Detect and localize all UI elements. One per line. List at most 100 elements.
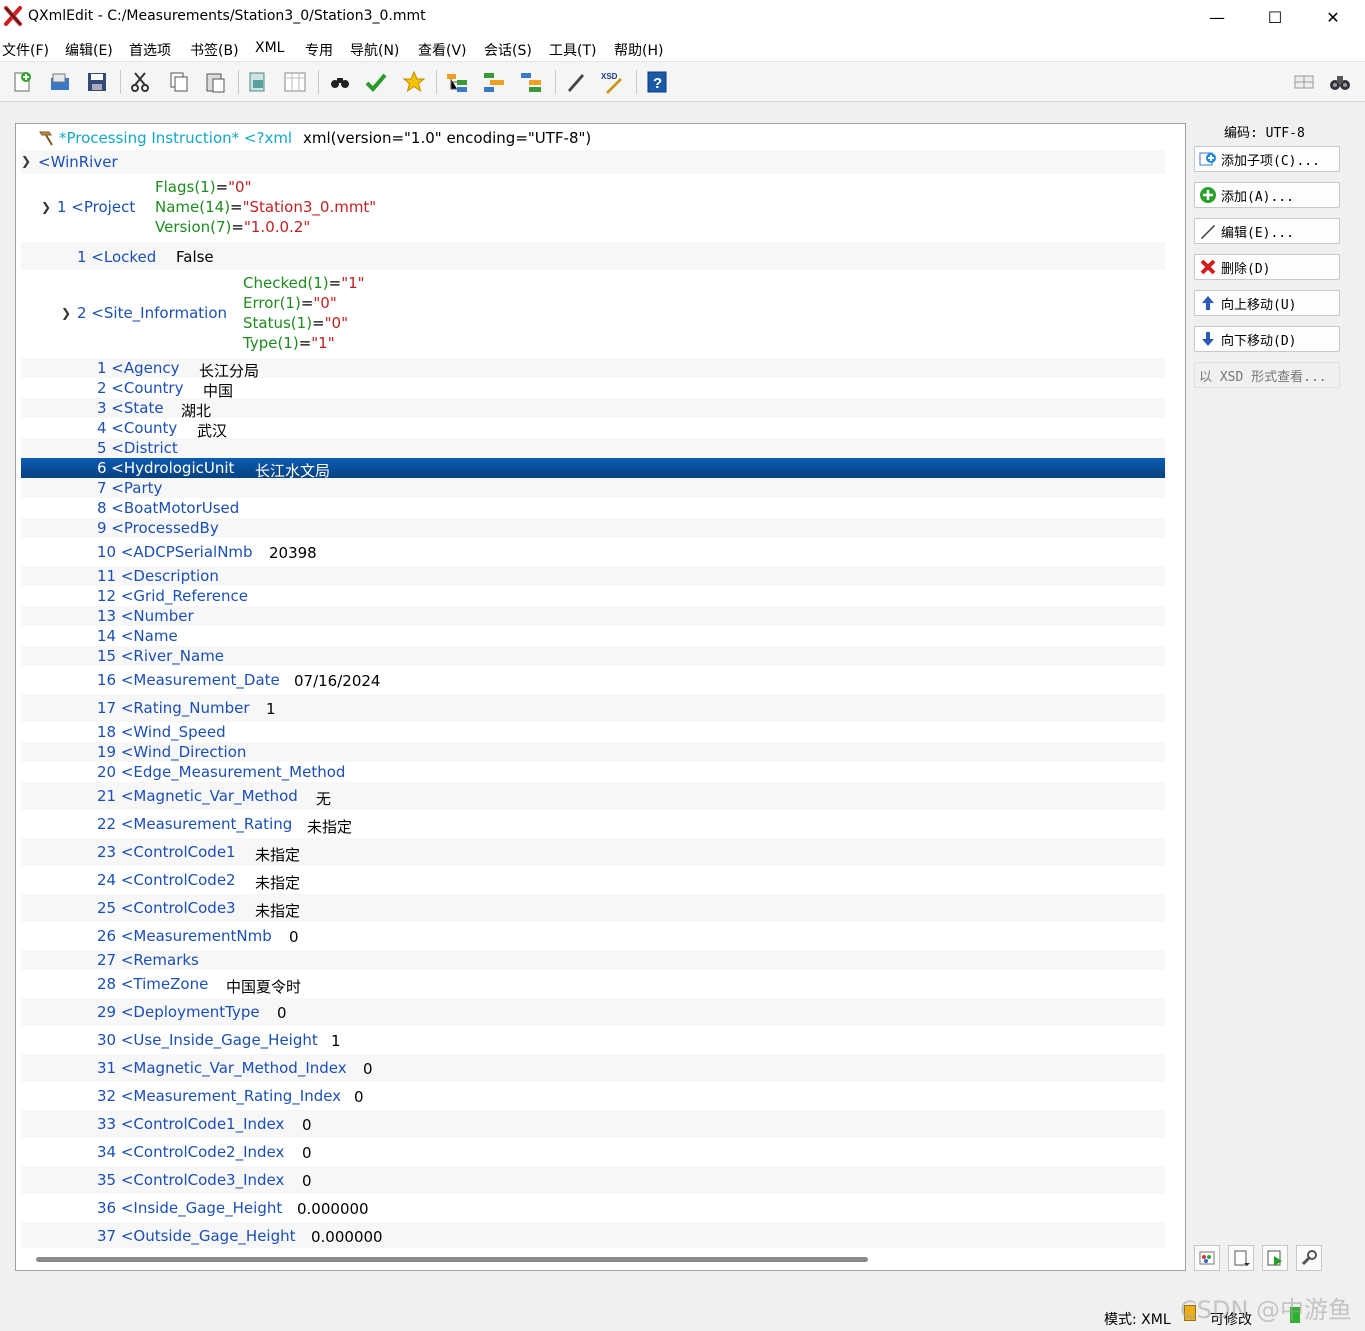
paste-icon[interactable] bbox=[201, 68, 229, 96]
copy-icon[interactable] bbox=[164, 68, 192, 96]
edit-button[interactable]: 编辑(E)... bbox=[1194, 218, 1340, 244]
site-child-row[interactable]: 34 <ControlCode2_Index 0 bbox=[21, 1138, 1165, 1166]
layout-panels-icon[interactable] bbox=[1290, 68, 1318, 96]
site-child-row[interactable]: 2 <Country 中国 bbox=[21, 378, 1165, 400]
find-binoculars-icon[interactable] bbox=[326, 68, 354, 96]
site-child-row[interactable]: 20 <Edge_Measurement_Method bbox=[21, 762, 1165, 782]
menu-special[interactable]: 专用 bbox=[305, 40, 333, 60]
site-child-row[interactable]: 26 <MeasurementNmb 0 bbox=[21, 922, 1165, 950]
site-child-row[interactable]: 29 <DeploymentType 0 bbox=[21, 998, 1165, 1026]
menu-edit[interactable]: 编辑(E) bbox=[65, 40, 113, 60]
add-sibling-node-icon[interactable] bbox=[480, 68, 508, 96]
site-child-row[interactable]: 25 <ControlCode3 未指定 bbox=[21, 894, 1165, 922]
site-child-row[interactable]: 28 <TimeZone 中国夏令时 bbox=[21, 970, 1165, 998]
site-child-row[interactable]: 12 <Grid_Reference bbox=[21, 586, 1165, 606]
site-child-row[interactable]: 36 <Inside_Gage_Height 0.000000 bbox=[21, 1194, 1165, 1222]
collapse-chevron-icon[interactable]: ❯ bbox=[41, 200, 51, 214]
site-child-row[interactable]: 11 <Description bbox=[21, 566, 1165, 586]
element-tag: 13 <Number bbox=[97, 607, 194, 625]
move-down-button[interactable]: 向下移动(D) bbox=[1194, 326, 1340, 352]
site-child-row[interactable]: 23 <ControlCode1 未指定 bbox=[21, 838, 1165, 866]
view-as-xsd-button[interactable]: 以 XSD 形式查看... bbox=[1194, 362, 1340, 388]
menu-navigation[interactable]: 导航(N) bbox=[350, 40, 399, 60]
site-child-row[interactable]: 16 <Measurement_Date 07/16/2024 bbox=[21, 666, 1165, 694]
site-child-row[interactable]: 5 <District bbox=[21, 438, 1165, 458]
site-child-row[interactable]: 15 <River_Name bbox=[21, 646, 1165, 666]
collapse-chevron-icon[interactable]: ❯ bbox=[21, 154, 31, 168]
run-script-icon[interactable] bbox=[1262, 1245, 1288, 1271]
site-child-row[interactable]: 30 <Use_Inside_Gage_Height 1 bbox=[21, 1026, 1165, 1054]
cut-icon[interactable] bbox=[126, 68, 154, 96]
locked-row[interactable]: 1 <Locked False bbox=[21, 242, 1165, 270]
site-child-row[interactable]: 31 <Magnetic_Var_Method_Index 0 bbox=[21, 1054, 1165, 1082]
save-icon[interactable] bbox=[83, 68, 111, 96]
bookmark-star-icon[interactable] bbox=[400, 68, 428, 96]
menu-xml[interactable]: XML bbox=[255, 40, 284, 56]
site-information-row[interactable]: ❯ 2 <Site_Information Checked(1)="1" Err… bbox=[21, 270, 1165, 358]
site-child-row[interactable]: 33 <ControlCode1_Index 0 bbox=[21, 1110, 1165, 1138]
add-child-button[interactable]: 添加子项(C)... bbox=[1194, 146, 1340, 172]
page-dropdown-icon[interactable] bbox=[1228, 1245, 1254, 1271]
xml-tree[interactable]: *Processing Instruction* <?xml xml(versi… bbox=[21, 126, 1165, 1248]
menu-session[interactable]: 会话(S) bbox=[484, 40, 532, 60]
site-child-row[interactable]: 3 <State 湖北 bbox=[21, 398, 1165, 420]
search-binoculars-icon[interactable] bbox=[1326, 68, 1354, 96]
site-child-row[interactable]: 37 <Outside_Gage_Height 0.000000 bbox=[21, 1222, 1165, 1248]
close-button[interactable]: ✕ bbox=[1304, 0, 1362, 34]
help-icon[interactable]: ? bbox=[643, 68, 671, 96]
site-child-row[interactable]: 21 <Magnetic_Var_Method 无 bbox=[21, 782, 1165, 810]
site-child-row[interactable]: 32 <Measurement_Rating_Index 0 bbox=[21, 1082, 1165, 1110]
site-child-row[interactable]: 6 <HydrologicUnit 长江水文局 bbox=[21, 458, 1165, 480]
site-child-row[interactable]: 10 <ADCPSerialNmb 20398 bbox=[21, 538, 1165, 566]
processing-instruction-row[interactable]: *Processing Instruction* <?xml xml(versi… bbox=[21, 126, 1165, 150]
site-child-row[interactable]: 22 <Measurement_Rating 未指定 bbox=[21, 810, 1165, 838]
site-child-row[interactable]: 19 <Wind_Direction bbox=[21, 742, 1165, 762]
xsd-edit-icon[interactable]: XSD bbox=[598, 68, 626, 96]
new-file-icon[interactable] bbox=[8, 68, 36, 96]
site-child-row[interactable]: 14 <Name bbox=[21, 626, 1165, 646]
edit-pencil-icon[interactable] bbox=[562, 68, 590, 96]
tools-wrench-icon[interactable] bbox=[1296, 1245, 1322, 1271]
menu-tools[interactable]: 工具(T) bbox=[549, 40, 596, 60]
minimize-button[interactable]: — bbox=[1188, 0, 1246, 34]
color-palette-icon[interactable] bbox=[1194, 1245, 1220, 1271]
open-file-icon[interactable] bbox=[46, 68, 74, 96]
project-row[interactable]: ❯ 1 <Project Flags(1)="0" Name(14)="Stat… bbox=[21, 174, 1165, 242]
delete-button[interactable]: 删除(D) bbox=[1194, 254, 1340, 280]
validate-check-icon[interactable] bbox=[362, 68, 390, 96]
menu-preferences[interactable]: 首选项 bbox=[129, 40, 171, 60]
site-child-row[interactable]: 8 <BoatMotorUsed bbox=[21, 498, 1165, 518]
site-child-row[interactable]: 24 <ControlCode2 未指定 bbox=[21, 866, 1165, 894]
menu-bookmarks[interactable]: 书签(B) bbox=[190, 40, 239, 60]
print-preview-icon[interactable] bbox=[244, 68, 272, 96]
site-child-row[interactable]: 13 <Number bbox=[21, 606, 1165, 626]
site-child-row[interactable]: 27 <Remarks bbox=[21, 950, 1165, 970]
toolbar: XSD ? bbox=[0, 62, 1365, 102]
site-child-row[interactable]: 17 <Rating_Number 1 bbox=[21, 694, 1165, 722]
site-child-row[interactable]: 4 <County 武汉 bbox=[21, 418, 1165, 440]
svg-text:?: ? bbox=[653, 75, 662, 92]
maximize-button[interactable]: ☐ bbox=[1246, 0, 1304, 34]
site-child-row[interactable]: 1 <Agency 长江分局 bbox=[21, 358, 1165, 380]
element-tag: 10 <ADCPSerialNmb bbox=[97, 543, 253, 561]
add-child-node-icon[interactable] bbox=[443, 68, 471, 96]
menu-file[interactable]: 文件(F) bbox=[2, 40, 49, 60]
grid-view-icon[interactable] bbox=[281, 68, 309, 96]
arrow-up-icon bbox=[1199, 294, 1217, 312]
element-value: 0 bbox=[302, 1172, 312, 1190]
tree-view-icon[interactable] bbox=[517, 68, 545, 96]
horizontal-scroll-thumb[interactable] bbox=[36, 1257, 868, 1262]
add-button[interactable]: 添加(A)... bbox=[1194, 182, 1340, 208]
menu-help[interactable]: 帮助(H) bbox=[614, 40, 663, 60]
winriver-row[interactable]: ❯ <WinRiver bbox=[21, 150, 1165, 174]
site-child-row[interactable]: 9 <ProcessedBy bbox=[21, 518, 1165, 538]
menu-view[interactable]: 查看(V) bbox=[418, 40, 467, 60]
site-child-row[interactable]: 35 <ControlCode3_Index 0 bbox=[21, 1166, 1165, 1194]
site-child-row[interactable]: 18 <Wind_Speed bbox=[21, 722, 1165, 742]
horizontal-scrollbar[interactable] bbox=[36, 1255, 1166, 1265]
collapse-chevron-icon[interactable]: ❯ bbox=[61, 306, 71, 320]
element-tag: 4 <County bbox=[97, 419, 178, 437]
site-child-row[interactable]: 7 <Party bbox=[21, 478, 1165, 498]
xml-tree-panel[interactable]: *Processing Instruction* <?xml xml(versi… bbox=[15, 123, 1186, 1271]
move-up-button[interactable]: 向上移动(U) bbox=[1194, 290, 1340, 316]
